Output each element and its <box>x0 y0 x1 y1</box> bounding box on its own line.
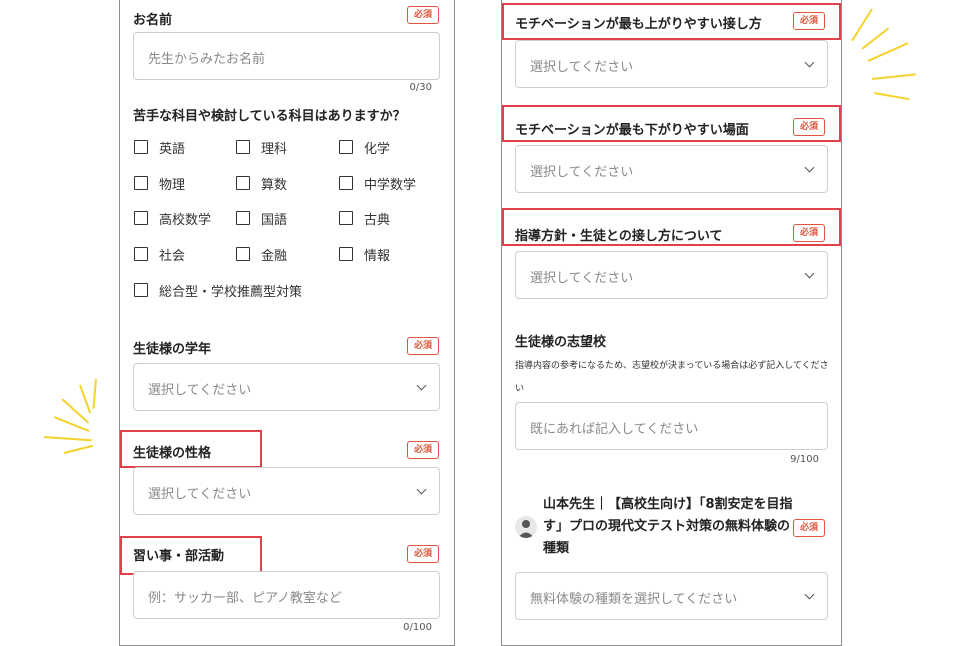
checkbox-label-japanese: 国語 <box>261 213 288 228</box>
motivation-up-select-value: 選択してください <box>530 60 634 75</box>
personality-label: 生徒様の性格 <box>133 446 212 461</box>
name-placeholder: 先生からみたお名前 <box>148 52 266 67</box>
checkbox-label-jh-math: 中学数学 <box>364 178 417 193</box>
checkbox-label-hs-math: 高校数学 <box>159 213 212 228</box>
motivation-down-select[interactable]: 選択してください <box>515 145 828 193</box>
required-badge: 必須 <box>793 224 825 242</box>
activities-label: 習い事・部活動 <box>133 549 225 564</box>
checkbox-information[interactable] <box>339 247 353 261</box>
checkbox-arithmetic[interactable] <box>236 176 250 190</box>
trial-type-select[interactable]: 無料体験の種類を選択してください <box>515 572 828 620</box>
checkbox-label-finance: 金融 <box>261 249 288 264</box>
school-input[interactable]: 既にあれば記入してください <box>515 402 828 450</box>
personality-select[interactable]: 選択してください <box>133 467 440 515</box>
policy-label: 指導方針・生徒との接し方について <box>515 229 723 244</box>
required-badge: 必須 <box>407 545 439 563</box>
subjects-question: 苦手な科目や検討している科目はありますか？ <box>133 109 406 124</box>
school-placeholder: 既にあれば記入してください <box>530 422 699 437</box>
ray <box>43 436 92 442</box>
required-badge: 必須 <box>793 519 825 537</box>
chevron-down-icon <box>804 589 815 600</box>
profile-form-left[interactable]: お名前 必須 先生からみたお名前 0/30 苦手な科目や検討している科目はありま… <box>119 0 455 646</box>
chevron-down-icon <box>416 484 427 495</box>
checkbox-label-social: 社会 <box>159 249 186 264</box>
trial-label: 山本先生｜【高校生向け】「8割安定を目指す」プロの現代文テスト対策の無料体験の種… <box>543 497 793 556</box>
checkbox-english[interactable] <box>134 140 148 154</box>
activities-input[interactable]: 例：サッカー部、ピアノ教室など <box>133 571 440 619</box>
chevron-down-icon <box>804 162 815 173</box>
required-badge: 必須 <box>793 118 825 136</box>
checkbox-japanese[interactable] <box>236 211 250 225</box>
ray <box>873 92 910 101</box>
activities-char-counter: 0/100 <box>403 622 432 633</box>
chevron-down-icon <box>416 380 427 391</box>
required-badge: 必須 <box>407 441 439 459</box>
required-badge: 必須 <box>407 6 439 24</box>
checkbox-label-chemistry: 化学 <box>364 142 391 157</box>
motivation-down-select-value: 選択してください <box>530 165 634 180</box>
checkbox-label-comprehensive: 総合型・学校推薦型対策 <box>159 285 303 300</box>
checkbox-label-arithmetic: 算数 <box>261 178 288 193</box>
policy-select[interactable]: 選択してください <box>515 251 828 299</box>
checkbox-label-physics: 物理 <box>159 178 186 193</box>
required-badge: 必須 <box>407 337 439 355</box>
checkbox-chemistry[interactable] <box>339 140 353 154</box>
name-label: お名前 <box>133 13 173 28</box>
checkbox-finance[interactable] <box>236 247 250 261</box>
school-label: 生徒様の志望校 <box>515 335 607 350</box>
required-badge: 必須 <box>793 12 825 30</box>
ray <box>871 73 916 80</box>
chevron-down-icon <box>804 57 815 68</box>
ray <box>867 42 909 62</box>
checkbox-social[interactable] <box>134 247 148 261</box>
ray <box>79 384 92 414</box>
checkbox-label-information: 情報 <box>364 249 391 264</box>
motivation-up-select[interactable]: 選択してください <box>515 40 828 88</box>
grade-select-value: 選択してください <box>148 383 252 398</box>
grade-label: 生徒様の学年 <box>133 342 212 357</box>
checkbox-label-science: 理科 <box>261 142 288 157</box>
ray <box>63 444 94 454</box>
ray <box>861 27 890 50</box>
checkbox-jh-math[interactable] <box>339 176 353 190</box>
profile-form-right[interactable]: モチベーションが最も上がりやすい接し方 必須 選択してください モチベーションが… <box>501 0 842 646</box>
trial-type-select-value: 無料体験の種類を選択してください <box>530 592 738 607</box>
checkbox-physics[interactable] <box>134 176 148 190</box>
activities-placeholder: 例：サッカー部、ピアノ教室など <box>148 591 342 606</box>
checkbox-label-classics: 古典 <box>364 213 391 228</box>
name-input[interactable]: 先生からみたお名前 <box>133 32 440 80</box>
checkbox-comprehensive[interactable] <box>134 283 148 297</box>
personality-select-value: 選択してください <box>148 487 252 502</box>
chevron-down-icon <box>804 268 815 279</box>
motivation-down-label: モチベーションが最も下がりやすい場面 <box>515 123 749 138</box>
policy-select-value: 選択してください <box>530 271 634 286</box>
grade-select[interactable]: 選択してください <box>133 363 440 411</box>
motivation-up-label: モチベーションが最も上がりやすい接し方 <box>515 17 762 32</box>
ray <box>851 8 873 42</box>
name-char-counter: 0/30 <box>409 82 432 93</box>
school-helper-text: 指導内容の参考になるため、志望校が決まっている場合は必ず記入してください <box>515 361 829 394</box>
checkbox-science[interactable] <box>236 140 250 154</box>
school-char-counter: 9/100 <box>790 454 819 465</box>
ray <box>92 378 97 409</box>
checkbox-label-english: 英語 <box>159 142 186 157</box>
teacher-avatar <box>515 516 537 538</box>
checkbox-hs-math[interactable] <box>134 211 148 225</box>
checkbox-classics[interactable] <box>339 211 353 225</box>
